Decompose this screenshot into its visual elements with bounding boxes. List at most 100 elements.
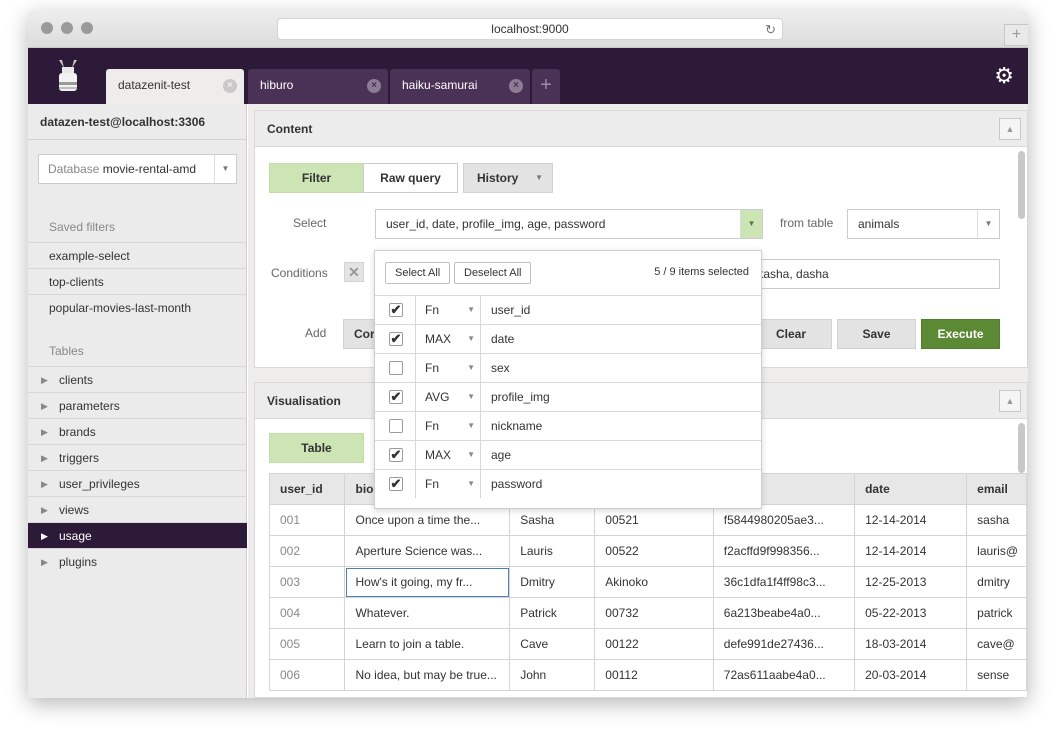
column-option-date[interactable]: ✔ MAX ▼ date xyxy=(375,324,761,353)
column-option-nickname[interactable]: Fn ▼ nickname xyxy=(375,411,761,440)
collapse-icon[interactable]: ▲ xyxy=(999,390,1021,412)
expand-icon[interactable]: ▶ xyxy=(41,471,48,497)
tab-table[interactable]: Table xyxy=(269,433,364,463)
select-all-button[interactable]: Select All xyxy=(385,262,451,284)
tab-haiku-samurai[interactable]: haiku-samurai × xyxy=(390,69,530,104)
table-cell[interactable]: Cave xyxy=(509,628,596,660)
expand-icon[interactable]: ▶ xyxy=(41,523,48,549)
table-row[interactable]: 005 Learn to join a table. Cave 00122 de… xyxy=(268,628,1027,660)
column-option-age[interactable]: ✔ MAX ▼ age xyxy=(375,440,761,469)
chevron-down-icon[interactable]: ▼ xyxy=(214,155,236,183)
expand-icon[interactable]: ▶ xyxy=(41,393,48,419)
table-cell[interactable]: 18-03-2014 xyxy=(854,628,968,660)
saved-filter-item[interactable]: example-select xyxy=(28,242,247,268)
database-select[interactable]: Database movie-rental-amd ▼ xyxy=(38,154,237,184)
datazenit-logo-icon[interactable] xyxy=(56,58,80,94)
table-cell[interactable]: defe991de27436... xyxy=(712,628,856,660)
close-tab-icon[interactable]: × xyxy=(509,79,523,93)
visualisation-scrollbar[interactable] xyxy=(1018,423,1025,473)
table-cell[interactable]: lauris@ xyxy=(966,535,1027,567)
table-cell[interactable]: 00112 xyxy=(594,659,714,691)
tab-history[interactable]: History ▼ xyxy=(463,163,553,193)
table-cell[interactable]: 05-22-2013 xyxy=(854,597,968,629)
table-cell[interactable]: 36c1dfa1f4ff98c3... xyxy=(712,566,856,598)
saved-filter-item[interactable]: popular-movies-last-month xyxy=(28,294,247,320)
checkbox-checked[interactable]: ✔ xyxy=(389,448,403,462)
table-cell[interactable]: 006 xyxy=(268,659,346,691)
table-cell[interactable]: 00521 xyxy=(594,504,714,536)
table-cell[interactable]: sense xyxy=(966,659,1027,691)
expand-icon[interactable]: ▶ xyxy=(41,549,48,575)
table-row[interactable]: 004 Whatever. Patrick 00732 6a213beabe4a… xyxy=(268,597,1027,629)
minimize-window-icon[interactable] xyxy=(61,22,73,34)
sidebar-item-plugins[interactable]: ▶ plugins xyxy=(28,548,247,574)
function-select[interactable]: MAX ▼ xyxy=(416,441,481,469)
column-option-profile-img[interactable]: ✔ AVG ▼ profile_img xyxy=(375,382,761,411)
clear-button[interactable]: Clear xyxy=(750,319,832,349)
table-cell[interactable]: Dmitry xyxy=(509,566,596,598)
table-cell[interactable]: Once upon a time the... xyxy=(344,504,511,536)
table-cell[interactable]: 20-03-2014 xyxy=(854,659,968,691)
table-cell[interactable]: Lauris xyxy=(509,535,596,567)
column-option-user-id[interactable]: ✔ Fn ▼ user_id xyxy=(375,295,761,324)
table-cell[interactable]: 12-14-2014 xyxy=(854,535,968,567)
table-cell[interactable]: cave@ xyxy=(966,628,1027,660)
table-cell[interactable]: 6a213beabe4a0... xyxy=(712,597,856,629)
expand-icon[interactable]: ▶ xyxy=(41,419,48,445)
table-cell[interactable]: Sasha xyxy=(509,504,596,536)
select-columns-input[interactable]: user_id, date, profile_img, age, passwor… xyxy=(375,209,763,239)
table-cell[interactable]: 004 xyxy=(268,597,346,629)
close-tab-icon[interactable]: × xyxy=(223,79,237,93)
table-cell[interactable]: patrick xyxy=(966,597,1027,629)
column-header[interactable]: user_id xyxy=(268,473,346,505)
from-table-select[interactable]: animals ▼ xyxy=(847,209,1000,239)
sidebar-item-parameters[interactable]: ▶ parameters xyxy=(28,392,247,418)
table-row[interactable]: 003 How's it going, my fr... Dmitry Akin… xyxy=(268,566,1027,598)
close-tab-icon[interactable]: × xyxy=(367,79,381,93)
function-select[interactable]: AVG ▼ xyxy=(416,383,481,411)
tab-datazenit-test[interactable]: datazenit-test × xyxy=(106,69,244,104)
save-button[interactable]: Save xyxy=(837,319,916,349)
checkbox-unchecked[interactable] xyxy=(389,361,403,375)
table-cell[interactable]: Aperture Science was... xyxy=(344,535,511,567)
table-cell[interactable]: Akinoko xyxy=(594,566,714,598)
function-select[interactable]: Fn ▼ xyxy=(416,412,481,440)
table-row[interactable]: 001 Once upon a time the... Sasha 00521 … xyxy=(268,504,1027,536)
remove-condition-icon[interactable]: ✕ xyxy=(344,262,364,282)
deselect-all-button[interactable]: Deselect All xyxy=(454,262,532,284)
table-cell[interactable]: 002 xyxy=(268,535,346,567)
checkbox-unchecked[interactable] xyxy=(389,419,403,433)
sidebar-item-clients[interactable]: ▶ clients xyxy=(28,366,247,392)
expand-icon[interactable]: ▶ xyxy=(41,497,48,523)
chevron-down-icon[interactable]: ▼ xyxy=(977,210,999,238)
table-cell[interactable]: 72as611aabe4a0... xyxy=(712,659,856,691)
chevron-down-icon[interactable]: ▼ xyxy=(740,210,762,238)
tab-raw-query[interactable]: Raw query xyxy=(363,163,458,193)
table-cell[interactable]: 00522 xyxy=(594,535,714,567)
checkbox-checked[interactable]: ✔ xyxy=(389,332,403,346)
table-cell[interactable]: John xyxy=(509,659,596,691)
address-bar[interactable]: localhost:9000 ↻ xyxy=(277,18,783,40)
content-scrollbar[interactable] xyxy=(1018,151,1025,219)
execute-button[interactable]: Execute xyxy=(921,319,1000,349)
function-select[interactable]: Fn ▼ xyxy=(416,296,481,324)
sidebar-item-usage[interactable]: ▶ usage xyxy=(28,522,247,548)
table-cell[interactable]: f5844980205ae3... xyxy=(712,504,856,536)
gear-icon[interactable]: ⚙ xyxy=(994,65,1014,87)
table-cell[interactable]: No idea, but may be true... xyxy=(344,659,511,691)
add-tab-button[interactable]: + xyxy=(532,69,560,104)
table-cell[interactable]: 001 xyxy=(268,504,346,536)
table-cell[interactable]: 003 xyxy=(268,566,346,598)
close-window-icon[interactable] xyxy=(41,22,53,34)
table-cell[interactable]: 12-25-2013 xyxy=(854,566,968,598)
table-cell[interactable]: sasha xyxy=(966,504,1027,536)
table-row[interactable]: 006 No idea, but may be true... John 001… xyxy=(268,659,1027,691)
checkbox-checked[interactable]: ✔ xyxy=(389,477,403,491)
table-cell[interactable]: dmitry xyxy=(966,566,1027,598)
tab-filter[interactable]: Filter xyxy=(269,163,364,193)
expand-icon[interactable]: ▶ xyxy=(41,367,48,393)
sidebar-item-brands[interactable]: ▶ brands xyxy=(28,418,247,444)
function-select[interactable]: MAX ▼ xyxy=(416,325,481,353)
expand-icon[interactable]: ▶ xyxy=(41,445,48,471)
tab-hiburo[interactable]: hiburo × xyxy=(248,69,388,104)
